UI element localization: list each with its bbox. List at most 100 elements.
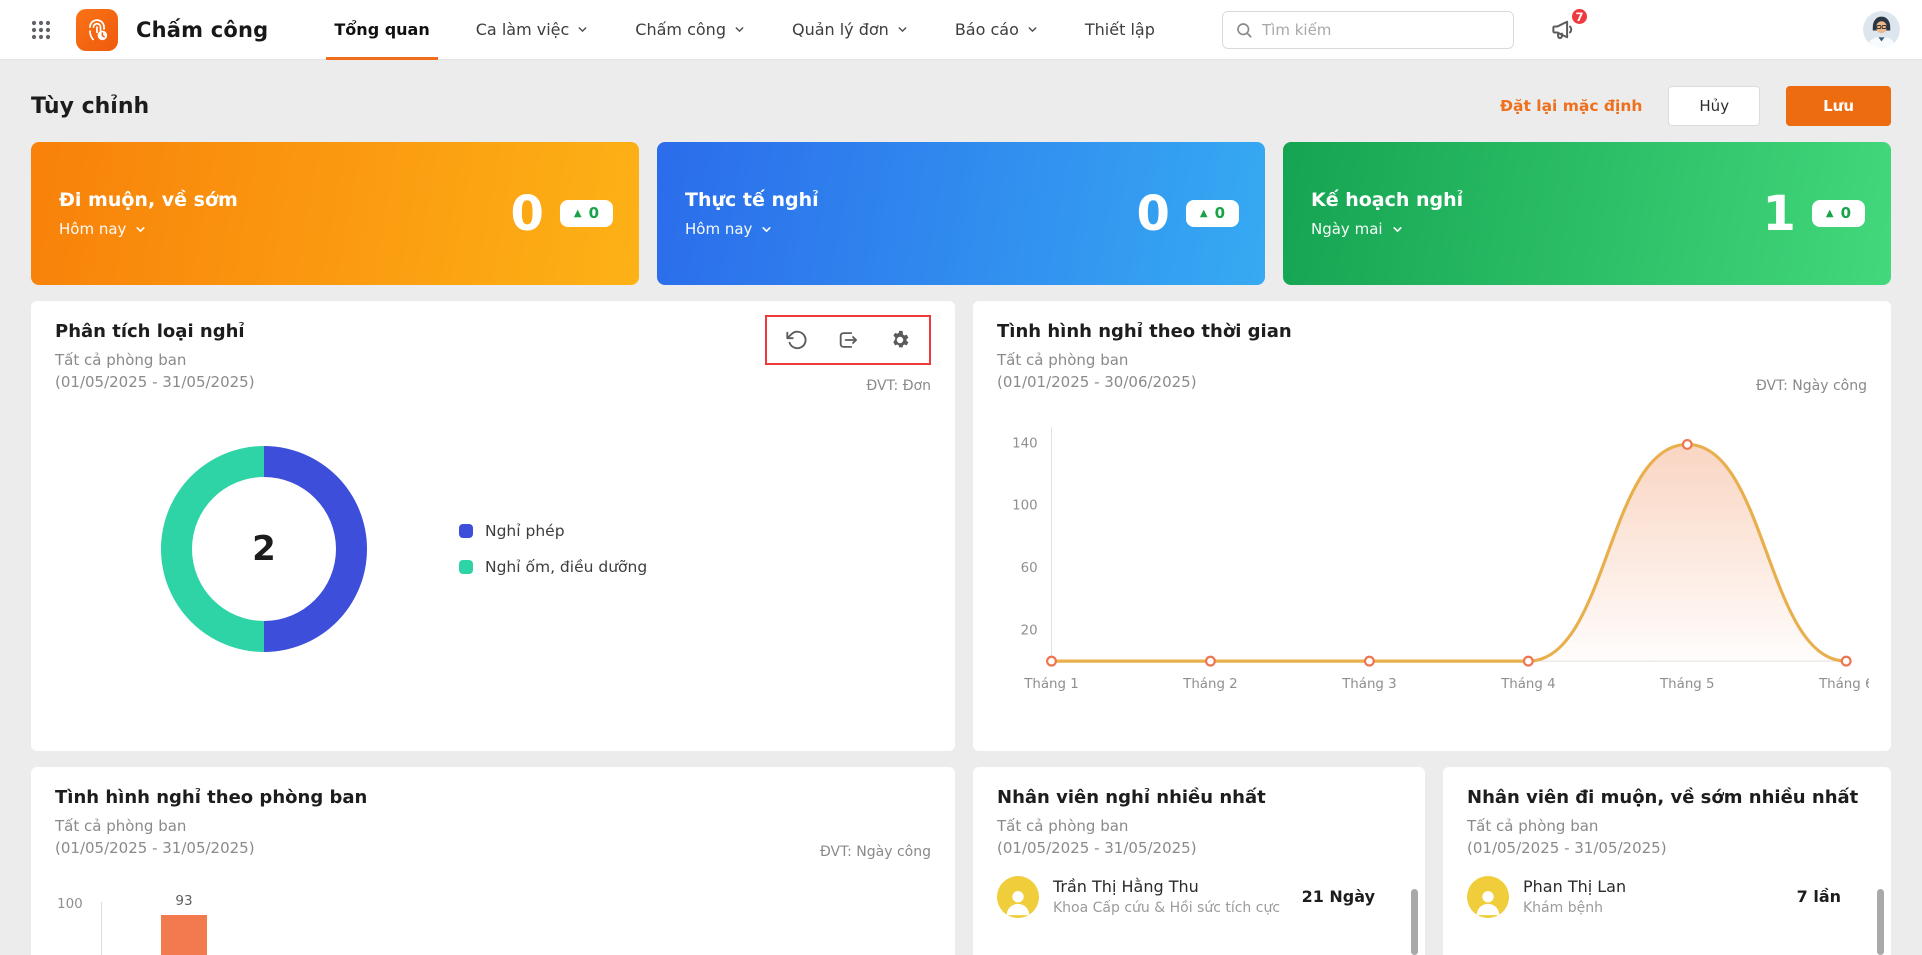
card-top-leave-employees: Nhân viên nghỉ nhiều nhất Tất cả phòng b… — [973, 767, 1425, 955]
nav-tabs: Tổng quan Ca làm việc Chấm công Quản lý … — [334, 0, 1154, 60]
employee-list: Trần Thị Hằng Thu Khoa Cấp cứu & Hồi sức… — [997, 876, 1401, 918]
tab-thiet-lap[interactable]: Thiết lập — [1085, 0, 1155, 60]
page-header: Tùy chỉnh Đặt lại mặc định Hủy Lưu — [0, 60, 1922, 140]
reset-chart-icon[interactable] — [785, 329, 807, 351]
chevron-down-icon — [576, 23, 589, 36]
card-title: Nhân viên đi muộn, về sớm nhiều nhất — [1467, 787, 1867, 808]
person-avatar-icon — [997, 876, 1039, 918]
card-title: Nhân viên nghỉ nhiều nhất — [997, 787, 1401, 808]
svg-text:Tháng 6: Tháng 6 — [1818, 675, 1869, 691]
card-range: (01/05/2025 - 31/05/2025) — [1467, 838, 1867, 860]
card-filter: Tất cả phòng ban — [55, 816, 367, 838]
search-input[interactable] — [1262, 21, 1501, 39]
list-item[interactable]: Phan Thị Lan Khám bệnh 7 lần — [1467, 876, 1867, 918]
card-range: (01/01/2025 - 30/06/2025) — [997, 372, 1292, 394]
card-filter: Tất cả phòng ban — [997, 816, 1401, 838]
card-top-late-employees: Nhân viên đi muộn, về sớm nhiều nhất Tất… — [1443, 767, 1891, 955]
tab-ca-lam-viec[interactable]: Ca làm việc — [476, 0, 590, 60]
bar-value-label: 93 — [159, 893, 209, 909]
unit-label: ĐVT: Đơn — [866, 378, 931, 394]
employee-list: Phan Thị Lan Khám bệnh 7 lần — [1467, 876, 1867, 918]
card-leave-by-department: Tình hình nghỉ theo phòng ban Tất cả phò… — [31, 767, 955, 955]
employee-value: 21 Ngày — [1302, 887, 1375, 906]
search-icon — [1235, 21, 1253, 39]
bottom-row: Tình hình nghỉ theo phòng ban Tất cả phò… — [0, 767, 1922, 955]
legend-swatch — [459, 560, 473, 574]
delta-up-icon: ▲ — [1826, 209, 1834, 219]
stat-value: 0 — [1136, 190, 1169, 238]
delta-up-icon: ▲ — [1200, 209, 1208, 219]
card-range: (01/05/2025 - 31/05/2025) — [55, 838, 367, 860]
stat-period-dropdown[interactable]: Hôm nay — [59, 220, 238, 238]
svg-text:Tháng 3: Tháng 3 — [1341, 675, 1397, 691]
chevron-down-icon — [733, 23, 746, 36]
stat-cards-row: Đi muộn, về sớm Hôm nay 0 ▲0 Thực tế ngh… — [0, 142, 1922, 285]
card-leave-type-analysis: Phân tích loại nghỉ Tất cả phòng ban (01… — [31, 301, 955, 751]
svg-text:Tháng 5: Tháng 5 — [1659, 675, 1715, 691]
list-item[interactable]: Trần Thị Hằng Thu Khoa Cấp cứu & Hồi sức… — [997, 876, 1401, 918]
donut-total: 2 — [252, 529, 276, 569]
page-title: Tùy chỉnh — [31, 94, 149, 119]
card-title: Phân tích loại nghỉ — [55, 321, 255, 342]
top-nav: Chấm công Tổng quan Ca làm việc Chấm côn… — [0, 0, 1922, 60]
card-range: (01/05/2025 - 31/05/2025) — [997, 838, 1401, 860]
svg-text:Tháng 4: Tháng 4 — [1500, 675, 1556, 691]
svg-text:60: 60 — [1021, 561, 1038, 576]
card-title: Tình hình nghỉ theo phòng ban — [55, 787, 367, 808]
app-grid-icon[interactable] — [24, 13, 58, 47]
bar-y-axis — [101, 902, 102, 955]
search-box[interactable] — [1222, 11, 1514, 49]
export-icon[interactable] — [837, 329, 859, 351]
stat-card-actual-leave: Thực tế nghỉ Hôm nay 0 ▲0 — [657, 142, 1265, 285]
announcement-button[interactable]: 7 — [1550, 16, 1577, 43]
stat-period-dropdown[interactable]: Hôm nay — [685, 220, 819, 238]
reset-default-link[interactable]: Đặt lại mặc định — [1500, 97, 1642, 115]
stat-period-dropdown[interactable]: Ngày mai — [1311, 220, 1463, 238]
card-title: Tình hình nghỉ theo thời gian — [997, 321, 1292, 342]
tab-tong-quan[interactable]: Tổng quan — [334, 0, 429, 60]
cancel-button[interactable]: Hủy — [1668, 86, 1760, 126]
card-leave-over-time: Tình hình nghỉ theo thời gian Tất cả phò… — [973, 301, 1891, 751]
stat-value: 1 — [1762, 190, 1795, 238]
svg-text:Tháng 2: Tháng 2 — [1182, 675, 1238, 691]
tab-cham-cong[interactable]: Chấm công — [635, 0, 746, 60]
settings-gear-icon[interactable] — [889, 329, 911, 351]
unit-label: ĐVT: Ngày công — [820, 844, 931, 860]
stat-title: Thực tế nghỉ — [685, 189, 819, 211]
employee-name: Trần Thị Hằng Thu — [1053, 877, 1288, 896]
chevron-down-icon — [1391, 223, 1404, 236]
tab-quan-ly-don[interactable]: Quản lý đơn — [792, 0, 909, 60]
user-avatar[interactable] — [1863, 11, 1900, 48]
svg-text:Tháng 1: Tháng 1 — [1023, 675, 1079, 691]
line-chart[interactable]: 2060100140Tháng 1Tháng 2Tháng 3Tháng 4Th… — [997, 416, 1867, 720]
donut-chart[interactable]: 2 — [161, 446, 367, 652]
chevron-down-icon — [760, 223, 773, 236]
save-button[interactable]: Lưu — [1786, 86, 1891, 126]
stat-value: 0 — [510, 190, 543, 238]
scrollbar-thumb[interactable] — [1411, 889, 1418, 955]
app-logo-icon[interactable] — [76, 9, 118, 51]
bar-chart[interactable]: 100 93 — [55, 896, 931, 955]
person-avatar-icon — [1467, 876, 1509, 918]
legend-swatch — [459, 524, 473, 538]
chevron-down-icon — [896, 23, 909, 36]
card-range: (01/05/2025 - 31/05/2025) — [55, 372, 255, 394]
scrollbar-thumb[interactable] — [1877, 889, 1884, 955]
bar-rect[interactable] — [161, 915, 207, 955]
charts-row: Phân tích loại nghỉ Tất cả phòng ban (01… — [0, 301, 1922, 751]
bar-ytick: 100 — [57, 896, 83, 912]
delta-up-icon: ▲ — [574, 209, 582, 219]
employee-value: 7 lần — [1797, 887, 1841, 906]
legend-item-nghi-phep[interactable]: Nghỉ phép — [459, 522, 647, 540]
chart-legend: Nghỉ phép Nghỉ ốm, điều dưỡng — [459, 522, 647, 576]
stat-card-late-early: Đi muộn, về sớm Hôm nay 0 ▲0 — [31, 142, 639, 285]
bar-group: 93 — [159, 893, 209, 955]
tab-bao-cao[interactable]: Báo cáo — [955, 0, 1039, 60]
stat-card-planned-leave: Kế hoạch nghỉ Ngày mai 1 ▲0 — [1283, 142, 1891, 285]
employee-dept: Khoa Cấp cứu & Hồi sức tích cực — [1053, 900, 1288, 916]
chevron-down-icon — [134, 223, 147, 236]
legend-item-nghi-om[interactable]: Nghỉ ốm, điều dưỡng — [459, 558, 647, 576]
svg-text:140: 140 — [1012, 436, 1038, 451]
employee-dept: Khám bệnh — [1523, 900, 1783, 916]
card-filter: Tất cả phòng ban — [1467, 816, 1867, 838]
